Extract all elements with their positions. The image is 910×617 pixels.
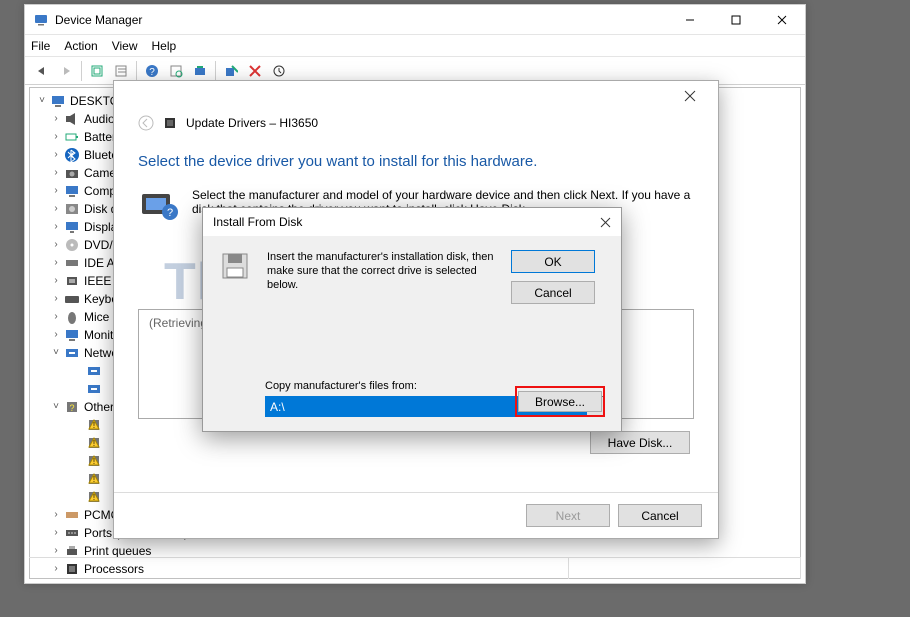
minimize-button[interactable]: [667, 5, 713, 35]
warn-icon: !: [86, 489, 102, 505]
help-button[interactable]: ?: [141, 60, 163, 82]
install-from-disk-dialog: Install From Disk Insert the manufacture…: [202, 207, 622, 432]
pcm-icon: [64, 507, 80, 523]
warn-icon: !: [86, 453, 102, 469]
back-button[interactable]: [31, 60, 53, 82]
wiz-titlebar: [114, 81, 718, 111]
svg-text:!: !: [93, 421, 95, 430]
ifd-message: Insert the manufacturer's installation d…: [267, 250, 497, 304]
warn-icon: !: [86, 435, 102, 451]
monitor-icon: [64, 327, 80, 343]
menu-action[interactable]: Action: [64, 39, 97, 53]
device-large-icon: ?: [138, 188, 178, 226]
net-child-icon: [86, 363, 102, 379]
chip-icon: [162, 115, 178, 131]
svg-text:?: ?: [167, 207, 173, 219]
ifd-cancel-button[interactable]: Cancel: [511, 281, 595, 304]
svg-text:!: !: [93, 439, 95, 448]
disk-icon: [64, 201, 80, 217]
ifd-title: Install From Disk: [213, 215, 600, 229]
close-button[interactable]: [759, 5, 805, 35]
browse-highlight: Browse...: [515, 386, 605, 417]
next-button[interactable]: Next: [526, 504, 610, 527]
dm-title: Device Manager: [55, 13, 667, 27]
properties-button[interactable]: [110, 60, 132, 82]
ifd-close-button[interactable]: [600, 217, 611, 228]
device-manager-icon: [33, 12, 49, 28]
other-icon: ?: [64, 399, 80, 415]
battery-icon: [64, 129, 80, 145]
menu-help[interactable]: Help: [152, 39, 177, 53]
svg-text:?: ?: [69, 403, 74, 413]
warn-icon: !: [86, 471, 102, 487]
dm-statusbar: [29, 557, 801, 579]
enable-button[interactable]: [268, 60, 290, 82]
ieee-icon: [64, 273, 80, 289]
wiz-header-text: Update Drivers – HI3650: [186, 116, 318, 130]
cancel-button[interactable]: Cancel: [618, 504, 702, 527]
floppy-icon: [219, 250, 253, 304]
browse-button[interactable]: Browse...: [518, 391, 602, 412]
dm-titlebar: Device Manager: [25, 5, 805, 35]
back-arrow-icon[interactable]: [138, 115, 154, 131]
show-hidden-button[interactable]: [86, 60, 108, 82]
warn-icon: !: [86, 417, 102, 433]
forward-button[interactable]: [55, 60, 77, 82]
port-icon: [64, 525, 80, 541]
disable-button[interactable]: [244, 60, 266, 82]
display-icon: [64, 219, 80, 235]
speaker-icon: [64, 111, 80, 127]
svg-text:!: !: [93, 475, 95, 484]
svg-text:!: !: [93, 457, 95, 466]
scan-button[interactable]: [165, 60, 187, 82]
dvd-icon: [64, 237, 80, 253]
net-child-icon: [86, 381, 102, 397]
have-disk-button[interactable]: Have Disk...: [590, 431, 690, 454]
update-driver-button[interactable]: [189, 60, 211, 82]
ifd-titlebar: Install From Disk: [203, 208, 621, 236]
bt-icon: [64, 147, 80, 163]
uninstall-button[interactable]: [220, 60, 242, 82]
wiz-header: Update Drivers – HI3650: [114, 111, 718, 143]
menu-file[interactable]: File: [31, 39, 50, 53]
pc-icon: [64, 183, 80, 199]
dm-menubar: File Action View Help: [25, 35, 805, 57]
wiz-close-button[interactable]: [670, 81, 710, 111]
menu-view[interactable]: View: [112, 39, 138, 53]
ide-icon: [64, 255, 80, 271]
net-icon: [64, 345, 80, 361]
ok-button[interactable]: OK: [511, 250, 595, 273]
camera-icon: [64, 165, 80, 181]
wiz-heading: Select the device driver you want to ins…: [138, 153, 694, 170]
svg-text:?: ?: [149, 67, 155, 78]
maximize-button[interactable]: [713, 5, 759, 35]
kb-icon: [64, 291, 80, 307]
wiz-footer: Next Cancel: [114, 492, 718, 538]
mouse-icon: [64, 309, 80, 325]
svg-text:!: !: [93, 493, 95, 502]
